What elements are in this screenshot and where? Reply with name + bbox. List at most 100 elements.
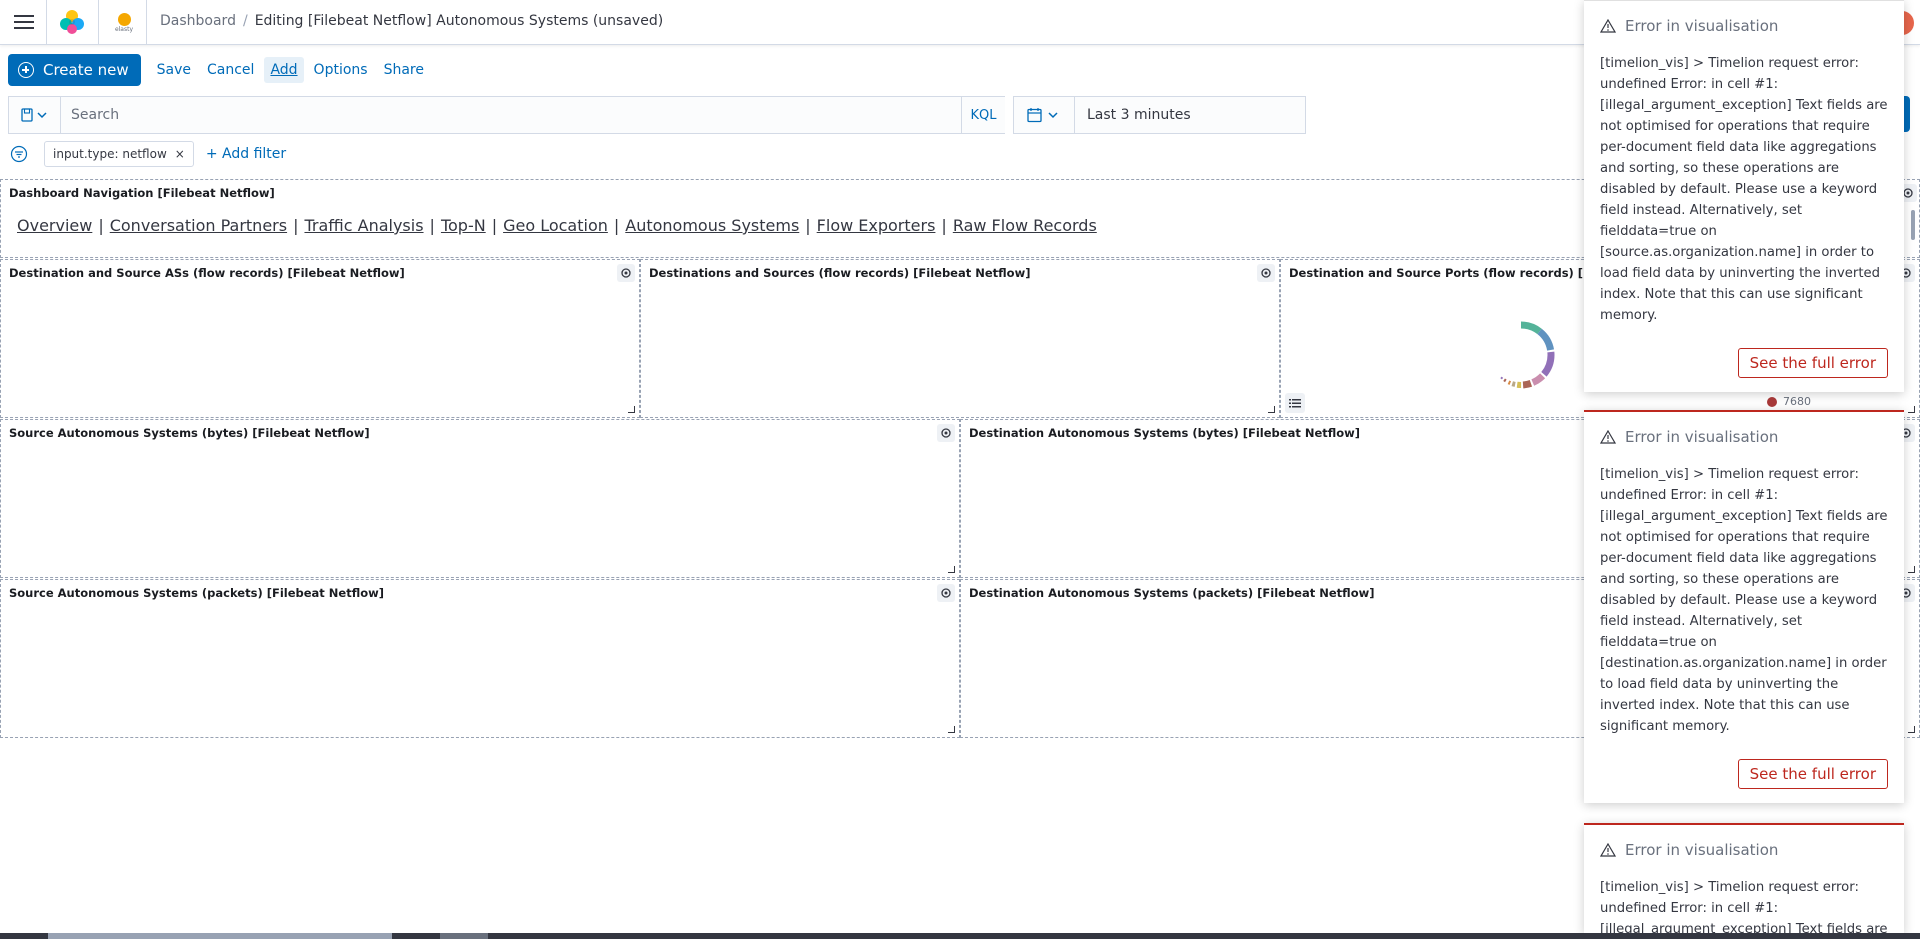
filter-pill-label: input.type: netflow [53, 147, 167, 161]
cancel-button[interactable]: Cancel [201, 57, 260, 83]
create-new-label: Create new [43, 61, 129, 79]
toast-title: Error in visualisation [1600, 17, 1888, 35]
breadcrumb: Dashboard / Editing [Filebeat Netflow] Aut… [160, 13, 663, 29]
see-full-error-button[interactable]: See the full error [1737, 759, 1888, 789]
panel-destinations-sources: Destinations and Sources (flow records) … [640, 259, 1280, 418]
query-bar: KQL Last 3 minutes [8, 96, 1306, 134]
toast-title: Error in visualisation [1600, 841, 1888, 859]
header-divider [98, 0, 99, 45]
warning-icon [1600, 843, 1616, 857]
gear-icon[interactable] [937, 424, 955, 442]
nav-link-top-n[interactable]: Top-N [441, 216, 486, 235]
error-toast: Error in visualisation [timelion_vis] > … [1584, 823, 1904, 933]
date-quick-select[interactable] [1013, 97, 1075, 133]
share-button[interactable]: Share [378, 57, 430, 83]
nav-separator: | [805, 216, 811, 235]
legend-list-icon[interactable] [1285, 393, 1305, 413]
close-icon[interactable]: × [175, 147, 185, 161]
saved-query-button[interactable] [9, 97, 61, 133]
panel-title: Source Autonomous Systems (bytes) [Fileb… [9, 426, 370, 440]
error-toast: Error in visualisation [timelion_vis] > … [1584, 0, 1904, 392]
taskbar-segment [440, 933, 488, 939]
error-toast: Error in visualisation [timelion_vis] > … [1584, 410, 1904, 803]
dashboard-nav-links: Overview | Conversation Partners | Traffic A… [17, 216, 1097, 235]
see-full-error-button[interactable]: See the full error [1737, 348, 1888, 378]
search-input[interactable] [61, 97, 961, 133]
toast-actions: See the full error [1600, 348, 1888, 378]
panel-title: Dashboard Navigation [Filebeat Netflow] [9, 186, 275, 200]
toast-title: Error in visualisation [1600, 428, 1888, 446]
filter-pill[interactable]: input.type: netflow × [44, 141, 194, 167]
scrollbar-thumb[interactable] [1911, 210, 1915, 240]
gear-icon[interactable] [937, 584, 955, 602]
header-divider [146, 0, 147, 45]
nav-link-conversation-partners[interactable]: Conversation Partners [110, 216, 287, 235]
donut-chart[interactable] [1481, 315, 1561, 395]
filter-bar: input.type: netflow × + Add filter [8, 139, 286, 169]
breadcrumb-dashboard[interactable]: Dashboard [160, 13, 236, 29]
kql-toggle[interactable]: KQL [961, 97, 1005, 133]
space-avatar[interactable]: elasty [112, 11, 136, 35]
nav-separator: | [941, 216, 947, 235]
toast-body: [timelion_vis] > Timelion request error:… [1600, 56, 1888, 323]
resize-handle[interactable] [1268, 406, 1275, 413]
header-divider [46, 0, 47, 45]
nav-link-raw-flow-records[interactable]: Raw Flow Records [953, 216, 1097, 235]
resize-handle[interactable] [628, 406, 635, 413]
toast-body: [timelion_vis] > Timelion request error:… [1600, 467, 1888, 734]
panel-source-as-packets: Source Autonomous Systems (packets) [Fil… [0, 579, 960, 738]
filter-icon[interactable] [8, 143, 30, 165]
date-range-display[interactable]: Last 3 minutes [1075, 97, 1305, 133]
resize-handle[interactable] [1908, 726, 1915, 733]
gear-icon[interactable] [1257, 264, 1275, 282]
nav-separator: | [491, 216, 498, 235]
resize-handle[interactable] [1908, 566, 1915, 573]
legend-item[interactable]: 7680 [1767, 395, 1811, 408]
gear-icon[interactable] [617, 264, 635, 282]
toast-actions: See the full error [1600, 759, 1888, 789]
options-button[interactable]: Options [308, 57, 374, 83]
saved-query-icon [20, 108, 47, 122]
panel-title: Destination and Source ASs (flow records… [9, 266, 405, 280]
panel-title: Destinations and Sources (flow records) … [649, 266, 1031, 280]
nav-separator: | [293, 216, 299, 235]
panel-title: Source Autonomous Systems (packets) [Fil… [9, 586, 385, 600]
toast-title-text: Error in visualisation [1625, 428, 1779, 446]
warning-icon [1600, 430, 1616, 444]
nav-link-traffic-analysis[interactable]: Traffic Analysis [304, 216, 423, 235]
nav-link-overview[interactable]: Overview [17, 216, 92, 235]
toast-body: [timelion_vis] > Timelion request error:… [1600, 880, 1888, 933]
add-button[interactable]: Add [264, 57, 304, 83]
nav-separator: | [613, 216, 620, 235]
warning-icon [1600, 19, 1616, 33]
top-nav-menu: Create new Save Cancel Add Options Share [8, 54, 434, 86]
calendar-icon [1027, 108, 1058, 123]
panel-title: Destination Autonomous Systems (packets)… [969, 586, 1375, 600]
breadcrumb-current: Editing [Filebeat Netflow] Autonomous Sy… [254, 13, 664, 29]
panel-dest-source-asns: Destination and Source ASs (flow records… [0, 259, 640, 418]
plus-circle-icon [18, 62, 34, 78]
nav-link-autonomous-systems[interactable]: Autonomous Systems [625, 216, 799, 235]
create-new-button[interactable]: Create new [8, 54, 141, 86]
panel-source-as-bytes: Source Autonomous Systems (bytes) [Fileb… [0, 419, 960, 578]
elastic-logo[interactable] [58, 8, 86, 36]
nav-separator: | [98, 216, 104, 235]
menu-icon[interactable] [12, 11, 36, 33]
resize-handle[interactable] [948, 566, 955, 573]
nav-link-geo-location[interactable]: Geo Location [503, 216, 608, 235]
nav-link-flow-exporters[interactable]: Flow Exporters [817, 216, 936, 235]
resize-handle[interactable] [1908, 406, 1915, 413]
toast-title-text: Error in visualisation [1625, 841, 1779, 859]
space-label: elasty [114, 26, 134, 33]
legend-value: 7680 [1783, 395, 1811, 408]
taskbar-strip [0, 933, 1920, 939]
save-button[interactable]: Save [151, 57, 197, 83]
panel-title: Destination Autonomous Systems (bytes) [… [969, 426, 1361, 440]
add-filter-button[interactable]: + Add filter [206, 146, 286, 162]
resize-handle[interactable] [948, 726, 955, 733]
breadcrumb-separator: / [242, 13, 248, 29]
querybar-gap [1005, 96, 1013, 134]
taskbar-segment [48, 933, 392, 939]
toast-title-text: Error in visualisation [1625, 17, 1779, 35]
nav-separator: | [429, 216, 435, 235]
